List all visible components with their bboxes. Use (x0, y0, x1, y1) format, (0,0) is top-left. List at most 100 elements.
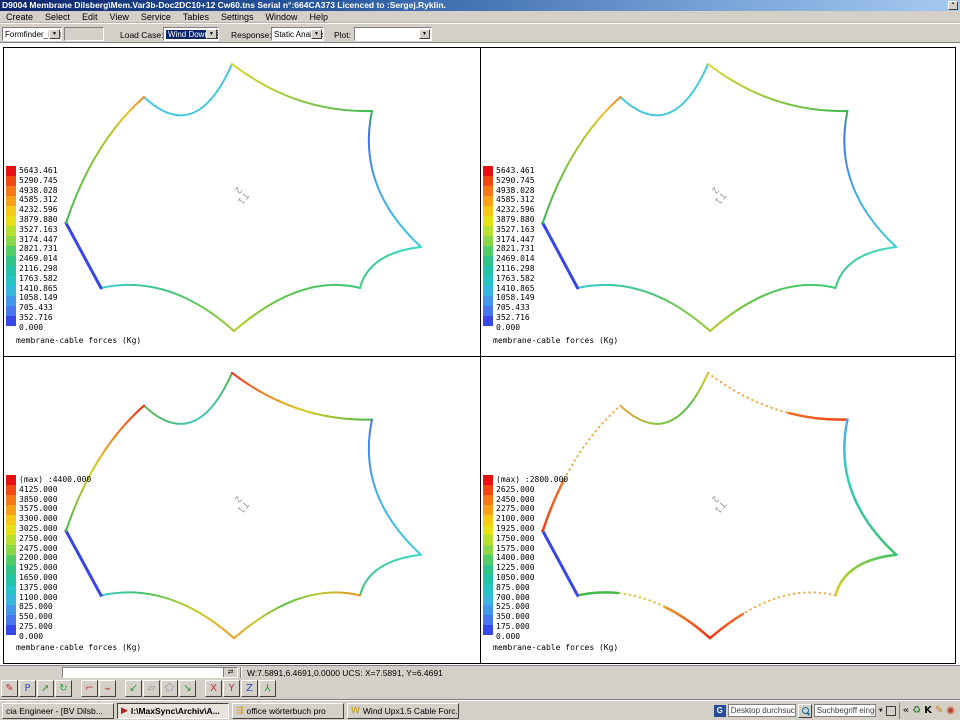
restore-icon[interactable] (886, 706, 896, 716)
tool-button[interactable]: ✎ (1, 680, 18, 697)
legend-value: 2750.000 (19, 534, 91, 544)
desktop-search-input[interactable]: Desktop durchsuchen (728, 704, 796, 717)
legend-color-cell (6, 565, 16, 575)
legend-color-cell (483, 625, 493, 635)
taskbar-button[interactable]: ▶I:\MaxSync\Archiv\A... (117, 703, 229, 719)
legend-value: 700.000 (496, 593, 568, 603)
membrane-edge (620, 373, 708, 424)
membrane-edge (543, 223, 578, 288)
legend-value: 550.000 (19, 612, 91, 622)
tool-button[interactable]: ↘ (179, 680, 196, 697)
membrane-edge (844, 111, 896, 247)
command-history-icon[interactable]: ⇄ (223, 668, 237, 677)
app-icon: ⇶ (236, 706, 244, 716)
viewport-top-right[interactable]: T125643.4615290.7454938.0284585.3124232.… (481, 48, 955, 356)
tool-button[interactable]: ↻ (55, 680, 72, 697)
tool-button[interactable]: ⌐ (81, 680, 98, 697)
tool-button[interactable]: Y (223, 680, 240, 697)
load-case-combo[interactable]: Wind Down1.5 ▼ (163, 27, 219, 41)
menu-view[interactable]: View (104, 12, 135, 22)
legend-value: 2275.000 (496, 504, 568, 514)
plot-combo[interactable]: ▼ (354, 27, 432, 41)
menu-create[interactable]: Create (0, 12, 39, 22)
tray-icon[interactable]: ◉ (946, 704, 955, 718)
membrane-edge (369, 420, 421, 555)
color-legend: 5643.4615290.7454938.0284585.3124232.596… (6, 166, 58, 333)
legend-color-cell (6, 176, 16, 186)
tool-button[interactable]: ▱ (143, 680, 160, 697)
chevron-down-icon[interactable]: ▼ (49, 29, 60, 39)
taskbar-button[interactable]: ⇶office wörterbuch pro (232, 703, 344, 719)
legend-color-cell (6, 186, 16, 196)
membrane-edge (232, 64, 372, 111)
tool-button[interactable]: Z (241, 680, 258, 697)
tray-icon[interactable]: ♻ (912, 704, 921, 718)
menu-tables[interactable]: Tables (177, 12, 215, 22)
membrane-edge (578, 592, 618, 595)
membrane-edge (543, 97, 621, 223)
search-term-input[interactable]: Suchbegriff einge... (814, 704, 876, 717)
tool-group: ↙▱⬠↘ (125, 680, 196, 697)
legend-color-cell (6, 605, 16, 615)
legend-values: 5643.4615290.7454938.0284585.3124232.596… (496, 166, 535, 333)
mode-select-combo[interactable]: Formfinder_Lines_ ▼ (2, 27, 62, 41)
viewport-bottom-right[interactable]: T12(max) :2800.0002625.0002450.0002275.0… (481, 357, 955, 663)
chevron-down-icon[interactable]: ▼ (878, 708, 884, 714)
legend-color-cell (483, 615, 493, 625)
tool-button[interactable]: ⬠ (161, 680, 178, 697)
legend-color-cell (483, 495, 493, 505)
google-desktop-icon[interactable]: G (714, 705, 726, 717)
chevron-down-icon[interactable]: ▼ (419, 29, 430, 39)
tool-button[interactable]: ⌣ (99, 680, 116, 697)
chevron-down-icon[interactable]: ▼ (311, 29, 322, 39)
membrane-edge (144, 373, 232, 424)
response-combo[interactable]: Static Analysis Re ▼ (271, 27, 324, 41)
search-icon[interactable] (798, 704, 812, 718)
legend-value: 1750.000 (496, 534, 568, 544)
tool-button[interactable]: P (19, 680, 36, 697)
menu-help[interactable]: Help (303, 12, 334, 22)
viewport-top-left[interactable]: T125643.4615290.7454938.0284585.3124232.… (4, 48, 480, 356)
color-legend: 5643.4615290.7454938.0284585.3124232.596… (483, 166, 535, 333)
chevron-down-icon[interactable]: ▼ (206, 29, 217, 39)
legend-value: 1058.149 (496, 293, 535, 303)
tool-button[interactable]: ↙ (125, 680, 142, 697)
tray-icon[interactable]: K (924, 704, 932, 718)
legend-color-cell (6, 236, 16, 246)
app-icon: ▶ (121, 706, 128, 716)
legend-color-cell (483, 605, 493, 615)
tool-button[interactable]: ⅄ (259, 680, 276, 697)
unit-label: membrane-cable forces (Kg) (493, 643, 618, 652)
menu-window[interactable]: Window (259, 12, 303, 22)
legend-color-cell (483, 286, 493, 296)
taskbar-button[interactable]: cia Engineer - [BV Dilsb... (2, 703, 114, 719)
command-input-box: ⇄ (62, 667, 238, 678)
menu-select[interactable]: Select (39, 12, 76, 22)
minimize-button[interactable]: ▪ (948, 1, 958, 10)
tray-icon[interactable]: « (903, 704, 909, 718)
legend-value: 1225.000 (496, 563, 568, 573)
legend-value: 4125.000 (19, 485, 91, 495)
tool-button[interactable]: X (205, 680, 222, 697)
tool-button[interactable]: ➚ (37, 680, 54, 697)
membrane-edge (710, 285, 835, 331)
membrane-edge (836, 555, 897, 596)
legend-color-cell (483, 216, 493, 226)
tray-icon[interactable]: ✎ (935, 704, 943, 718)
legend-color-cell (483, 505, 493, 515)
membrane-edge (66, 223, 101, 288)
viewport-bottom-left[interactable]: T12(max) :4400.0004125.0003850.0003575.0… (4, 357, 480, 663)
legend-color-cell (6, 216, 16, 226)
tool-group: ✎P➚↻ (1, 680, 72, 697)
legend-color-cell (6, 505, 16, 515)
legend-color-bar (6, 166, 16, 333)
membrane-edge (101, 285, 234, 331)
legend-value: 4232.596 (19, 205, 58, 215)
menu-settings[interactable]: Settings (215, 12, 260, 22)
menu-service[interactable]: Service (135, 12, 177, 22)
taskbar-button[interactable]: WWind Upx1.5 Cable Forc... (347, 703, 459, 719)
legend-color-cell (6, 316, 16, 326)
command-input[interactable] (63, 668, 225, 677)
membrane-edge (578, 285, 710, 331)
menu-edit[interactable]: Edit (76, 12, 104, 22)
